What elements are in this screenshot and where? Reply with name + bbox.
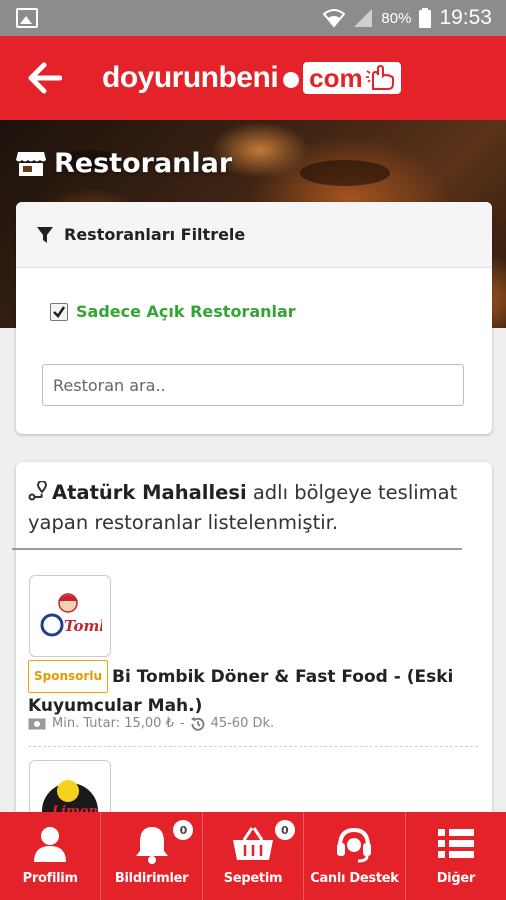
back-button[interactable] — [24, 58, 64, 98]
filter-icon — [37, 226, 53, 243]
filter-card: Restoranları Filtrele Sadece Açık Restor… — [16, 202, 492, 434]
open-only-checkbox[interactable] — [50, 302, 68, 321]
basket-icon — [233, 827, 274, 860]
checkmark-icon — [53, 305, 66, 318]
clock-history-icon — [190, 716, 204, 731]
svg-text:Tombik: Tombik — [64, 617, 102, 635]
bell-icon — [135, 827, 168, 864]
logo-dot — [283, 72, 300, 88]
filter-header[interactable]: Restoranları Filtrele — [16, 202, 492, 268]
notifications-count-badge: 0 — [173, 820, 194, 840]
filter-heading: Restoranları Filtrele — [64, 225, 246, 244]
nav-profile[interactable]: Profilim — [0, 812, 102, 900]
sponsored-badge: Sponsorlu — [28, 660, 108, 693]
nav-basket[interactable]: 0 Sepetim — [203, 812, 305, 900]
restaurant-search-input[interactable] — [42, 364, 464, 406]
nav-label-notifications: Bildirimler — [114, 871, 189, 886]
battery-icon — [419, 8, 432, 28]
region-name: Atatürk Mahallesi — [52, 481, 247, 504]
open-only-label[interactable]: Sadece Açık Restoranlar — [76, 302, 296, 321]
nav-other[interactable]: Diğer — [406, 812, 506, 900]
arrow-left-icon — [28, 62, 62, 94]
nav-label-live-support: Canlı Destek — [310, 871, 399, 886]
bi-tombik-logo-image: Tombik — [40, 593, 102, 637]
wifi-icon — [323, 9, 346, 28]
bottom-navigation: Profilim 0 Bildirimler 0 Sepetim Canlı D… — [0, 812, 506, 900]
basket-count-badge: 0 — [274, 820, 295, 840]
money-icon — [28, 718, 46, 729]
page-title: Restoranlar — [16, 148, 232, 179]
list-menu-icon — [437, 829, 474, 858]
restaurant-logo-bi-tombik[interactable]: Tombik — [29, 575, 111, 657]
region-info: Atatürk Mahallesi adlı bölgeye teslimat … — [28, 478, 480, 538]
user-icon — [34, 827, 67, 862]
battery-percentage: 80% — [381, 9, 412, 27]
app-header: doyurunbeni com — [0, 36, 506, 120]
logo-wordmark: doyurunbeni — [102, 61, 279, 94]
nav-notifications[interactable]: 0 Bildirimler — [101, 812, 203, 900]
headset-icon — [337, 827, 372, 863]
signal-icon — [354, 9, 373, 27]
logo-com-text: com — [309, 63, 363, 93]
nav-label-profile: Profilim — [22, 871, 78, 886]
restaurant-name-row[interactable]: Sponsorlu Bi Tombik Döner & Fast Food - (… — [28, 660, 468, 720]
meta-separator: - — [179, 716, 185, 731]
brand-logo[interactable]: doyurunbeni com — [102, 58, 401, 98]
restaurant-meta: Min. Tutar: 15,00 ₺ - 45-60 Dk. — [28, 716, 274, 731]
section-divider — [12, 548, 462, 550]
delivery-time: 45-60 Dk. — [210, 716, 275, 731]
nav-label-other: Diğer — [436, 871, 476, 886]
nav-live-support[interactable]: Canlı Destek — [304, 812, 406, 900]
min-order-amount: Min. Tutar: 15,00 ₺ — [52, 716, 174, 731]
location-route-icon — [28, 481, 48, 501]
nav-label-basket: Sepetim — [223, 871, 283, 886]
pointing-hand-icon — [365, 65, 394, 90]
gallery-notification-icon — [16, 8, 38, 28]
page-title-text: Restoranlar — [54, 148, 233, 179]
status-bar: 80% 19:53 — [0, 0, 506, 36]
restaurant-separator — [28, 746, 478, 747]
clock: 19:53 — [439, 6, 492, 29]
open-only-filter[interactable]: Sadece Açık Restoranlar — [50, 302, 296, 321]
logo-com-badge: com — [303, 62, 401, 94]
store-icon — [16, 151, 46, 176]
